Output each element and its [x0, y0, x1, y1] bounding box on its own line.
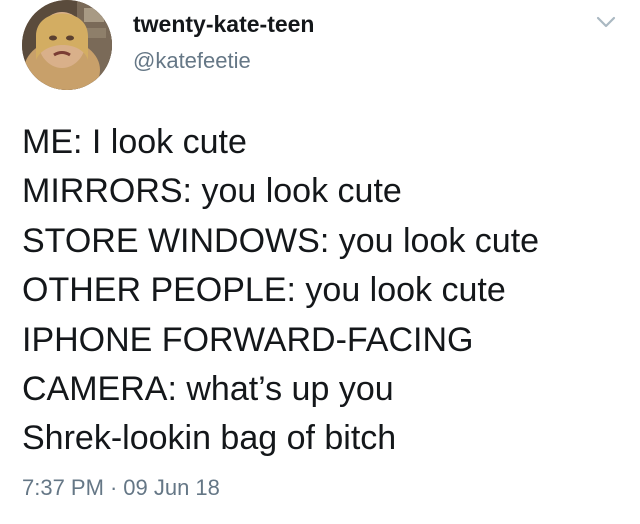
avatar[interactable] — [22, 0, 112, 90]
tweet-line: ME: I look cute — [22, 123, 247, 161]
tweet-line: OTHER PEOPLE: you look cute — [22, 271, 506, 310]
tweet-text: ME: I look cute MIRRORS: you look cute S… — [22, 118, 622, 464]
tweet-timestamp[interactable]: 7:37 PM · 09 Jun 18 — [22, 474, 220, 502]
chevron-down-icon[interactable] — [594, 10, 618, 34]
tweet-line: STORE WINDOWS: you look cute — [22, 221, 540, 260]
tweet-time: 7:37 PM — [22, 475, 104, 500]
tweet-line: CAMERA: what’s up you — [22, 370, 394, 409]
tweet-line: MIRRORS: you look cute — [22, 172, 402, 211]
tweet-line: Shrek-lookin bag of bitch — [22, 419, 397, 458]
tweet-line: IPHONE FORWARD-FACING — [22, 320, 474, 359]
tweet-card: twenty-kate-teen @katefeetie ME: I look … — [0, 0, 640, 524]
tweet-date: 09 Jun 18 — [123, 475, 220, 500]
meta-separator: · — [109, 475, 118, 500]
profile-photo — [22, 0, 112, 90]
author-handle[interactable]: @katefeetie — [133, 48, 251, 74]
author-display-name[interactable]: twenty-kate-teen — [133, 10, 314, 38]
